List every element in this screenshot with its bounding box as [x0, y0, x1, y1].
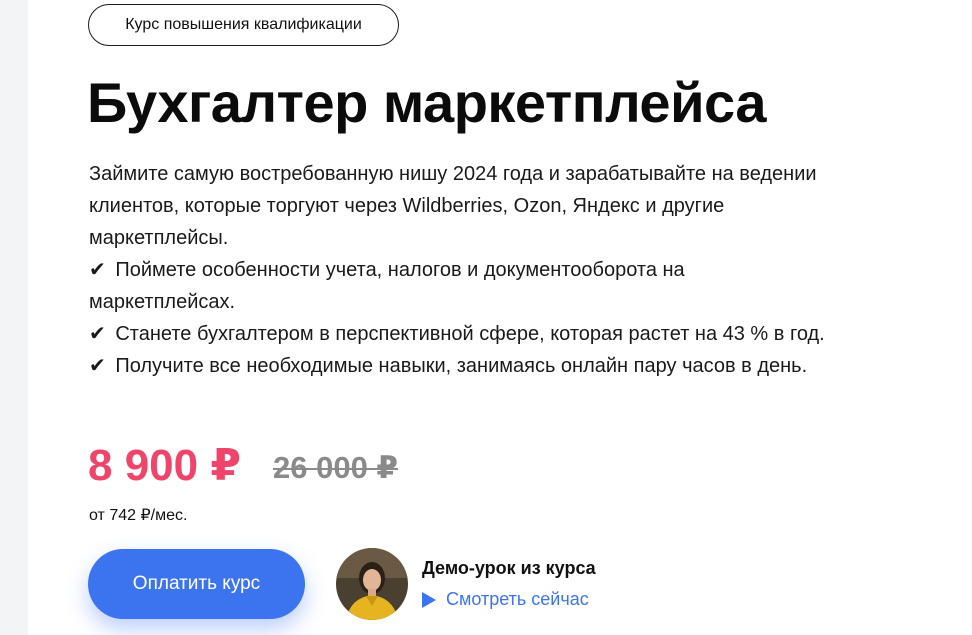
page-title: Бухгалтер маркетплейса — [87, 71, 766, 134]
left-rail — [0, 0, 28, 635]
course-type-badge-label: Курс повышения квалификации — [125, 16, 362, 33]
benefit-item: ✔ Поймете особенности учета, налогов и д… — [89, 254, 959, 286]
check-icon: ✔ — [89, 323, 106, 345]
current-price: 8 900 ₽ — [88, 441, 241, 490]
benefit-text: Станете бухгалтером в перспективной сфер… — [115, 323, 825, 345]
watch-now-label: Смотреть сейчас — [446, 589, 589, 609]
description-line: маркетплейсы. — [89, 227, 229, 249]
benefit-text: Поймете особенности учета, налогов и док… — [115, 259, 685, 281]
demo-lesson-title: Демо-урок из курса — [422, 558, 596, 578]
old-price: 26 000 ₽ — [273, 450, 398, 485]
course-type-badge: Курс повышения квалификации — [88, 4, 399, 46]
play-icon — [422, 591, 436, 608]
benefit-item: ✔ Станете бухгалтером в перспективной сф… — [89, 318, 959, 350]
description-line: клиентов, которые торгуют через Wildberr… — [89, 195, 725, 217]
demo-lesson-avatar[interactable] — [336, 548, 408, 620]
description-line: Займите самую востребованную нишу 2024 г… — [89, 163, 817, 185]
watch-now-link[interactable]: Смотреть сейчас — [422, 589, 589, 610]
benefit-text: Получите все необходимые навыки, занимая… — [115, 355, 808, 377]
check-icon: ✔ — [89, 355, 106, 377]
installment-price: от 742 ₽/мес. — [89, 507, 188, 524]
benefit-item: ✔ Получите все необходимые навыки, заним… — [89, 350, 959, 382]
presenter-photo — [336, 548, 408, 620]
check-icon: ✔ — [89, 259, 106, 281]
course-description: Займите самую востребованную нишу 2024 г… — [89, 158, 959, 382]
benefit-item-continuation: маркетплейсах. — [89, 291, 236, 313]
pay-course-button[interactable]: Оплатить курс — [88, 549, 305, 619]
